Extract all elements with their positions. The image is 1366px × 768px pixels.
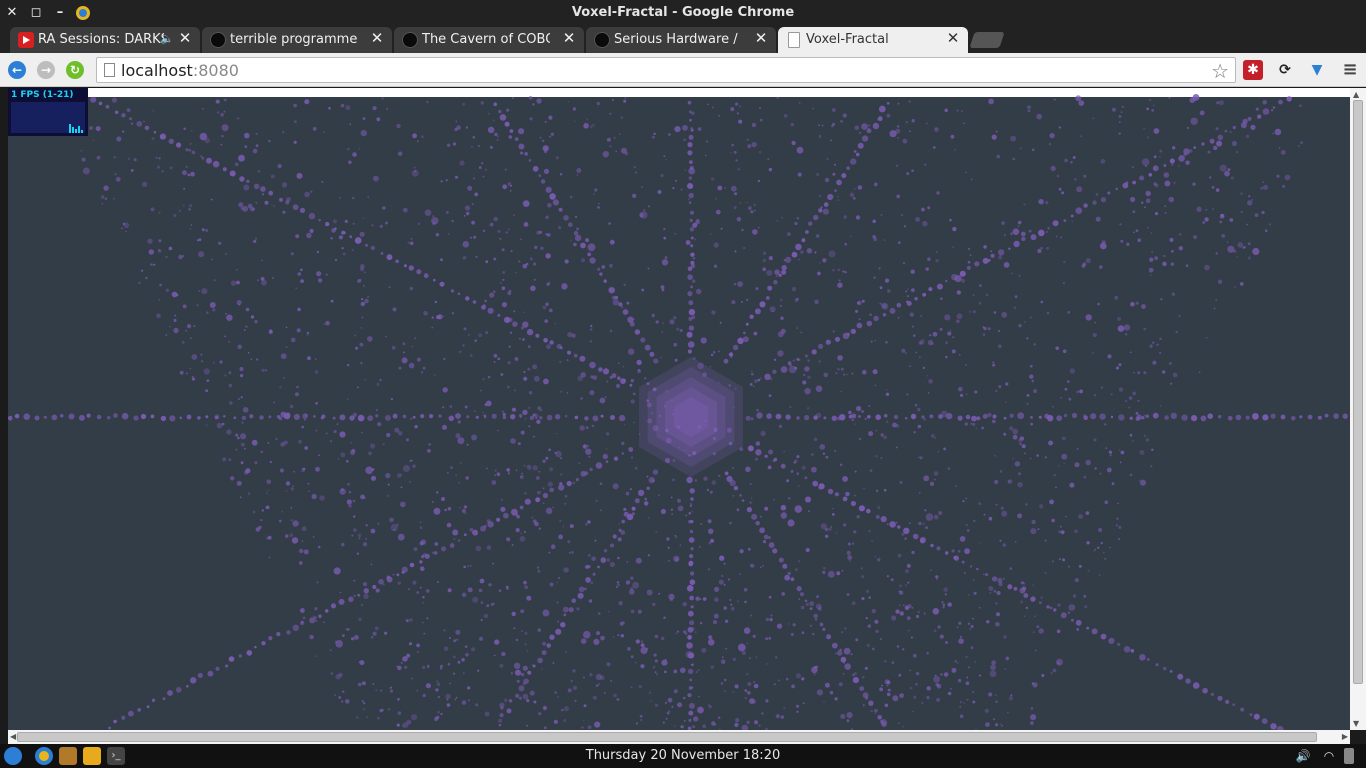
desktop-taskbar: ›_ Thursday 20 November 18:20 🔊 ◠ [0, 744, 1366, 768]
back-arrow-icon[interactable]: ← [8, 61, 26, 79]
vertical-scroll-thumb[interactable] [1353, 100, 1363, 684]
scroll-left-arrow-icon[interactable]: ◀ [10, 732, 16, 741]
scroll-up-arrow-icon[interactable]: ▲ [1353, 90, 1359, 99]
page-icon [788, 32, 800, 48]
fps-counter[interactable]: 1 FPS (1-21) [8, 88, 88, 136]
url-text[interactable]: localhost:8080 [121, 61, 239, 80]
fps-label: 1 FPS (1-21) [11, 90, 74, 100]
browser-toolbar: ← → ↻ localhost:8080 ☆ ✱ ⟳ ▼ ≡ [0, 53, 1366, 87]
bomb-icon [594, 32, 610, 48]
new-tab-button[interactable] [969, 32, 1005, 48]
horizontal-scrollbar[interactable]: ◀ ▶ [8, 730, 1350, 744]
reload-icon[interactable]: ↻ [66, 61, 84, 79]
page-icon [104, 63, 115, 77]
speaker-icon[interactable]: 🔈 [160, 32, 174, 45]
page-viewport: 1 FPS (1-21) [8, 88, 1350, 730]
volume-icon[interactable]: 🔊 [1294, 747, 1312, 765]
extension-red-icon[interactable]: ✱ [1243, 60, 1263, 80]
taskbar-clock[interactable]: Thursday 20 November 18:20 [0, 748, 1366, 763]
window-title: Voxel-Fractal - Google Chrome [571, 5, 795, 20]
horizontal-scroll-thumb[interactable] [17, 732, 1317, 742]
tab-close-icon[interactable]: ✕ [946, 30, 960, 46]
tab-label: Voxel-Fractal [806, 32, 889, 47]
window-titlebar: ✕ ◻ – Voxel-Fractal - Google Chrome [0, 0, 1366, 26]
tab-label: terrible programmer sa [230, 32, 358, 47]
address-bar[interactable]: localhost:8080 ☆ [96, 57, 1236, 83]
star-icon[interactable]: ☆ [1211, 59, 1229, 83]
bomb-icon [210, 32, 226, 48]
tab-cavern-of-cobol[interactable]: The Cavern of COBOL - ✕ [394, 27, 584, 53]
shield-extension-icon[interactable]: ▼ [1307, 60, 1327, 80]
hamburger-menu-icon[interactable]: ≡ [1340, 60, 1360, 80]
tab-close-icon[interactable]: ✕ [562, 30, 576, 46]
tab-serious-hardware[interactable]: Serious Hardware / Soft ✕ [586, 27, 776, 53]
wifi-icon[interactable]: ◠ [1320, 747, 1338, 765]
url-port: :8080 [192, 61, 239, 80]
tab-close-icon[interactable]: ✕ [370, 30, 384, 46]
tab-terrible-programmer[interactable]: terrible programmer sa ✕ [202, 27, 392, 53]
fractal-core [639, 357, 743, 477]
fps-graph [11, 102, 85, 133]
voxel-fractal-canvas[interactable] [8, 88, 1350, 730]
tab-label: Serious Hardware / Soft [614, 32, 742, 47]
url-host: localhost [121, 61, 193, 80]
tab-close-icon[interactable]: ✕ [754, 30, 768, 46]
tab-voxel-fractal[interactable]: Voxel-Fractal ✕ [778, 27, 968, 53]
bomb-icon [402, 32, 418, 48]
tab-label: RA Sessions: DARKSI [38, 32, 164, 47]
vertical-scrollbar[interactable]: ▲ ▼ [1350, 88, 1366, 730]
tab-ra-sessions[interactable]: RA Sessions: DARKSI 🔈 ✕ [10, 27, 200, 53]
scroll-down-arrow-icon[interactable]: ▼ [1353, 719, 1359, 728]
tab-label: The Cavern of COBOL - [422, 32, 550, 47]
tab-close-icon[interactable]: ✕ [178, 30, 192, 46]
sync-icon[interactable]: ⟳ [1275, 60, 1295, 80]
youtube-icon [18, 32, 34, 48]
scroll-right-arrow-icon[interactable]: ▶ [1342, 732, 1348, 741]
battery-icon[interactable] [1344, 748, 1354, 764]
tab-strip: RA Sessions: DARKSI 🔈 ✕ terrible program… [0, 26, 1366, 53]
forward-arrow-icon[interactable]: → [37, 61, 55, 79]
